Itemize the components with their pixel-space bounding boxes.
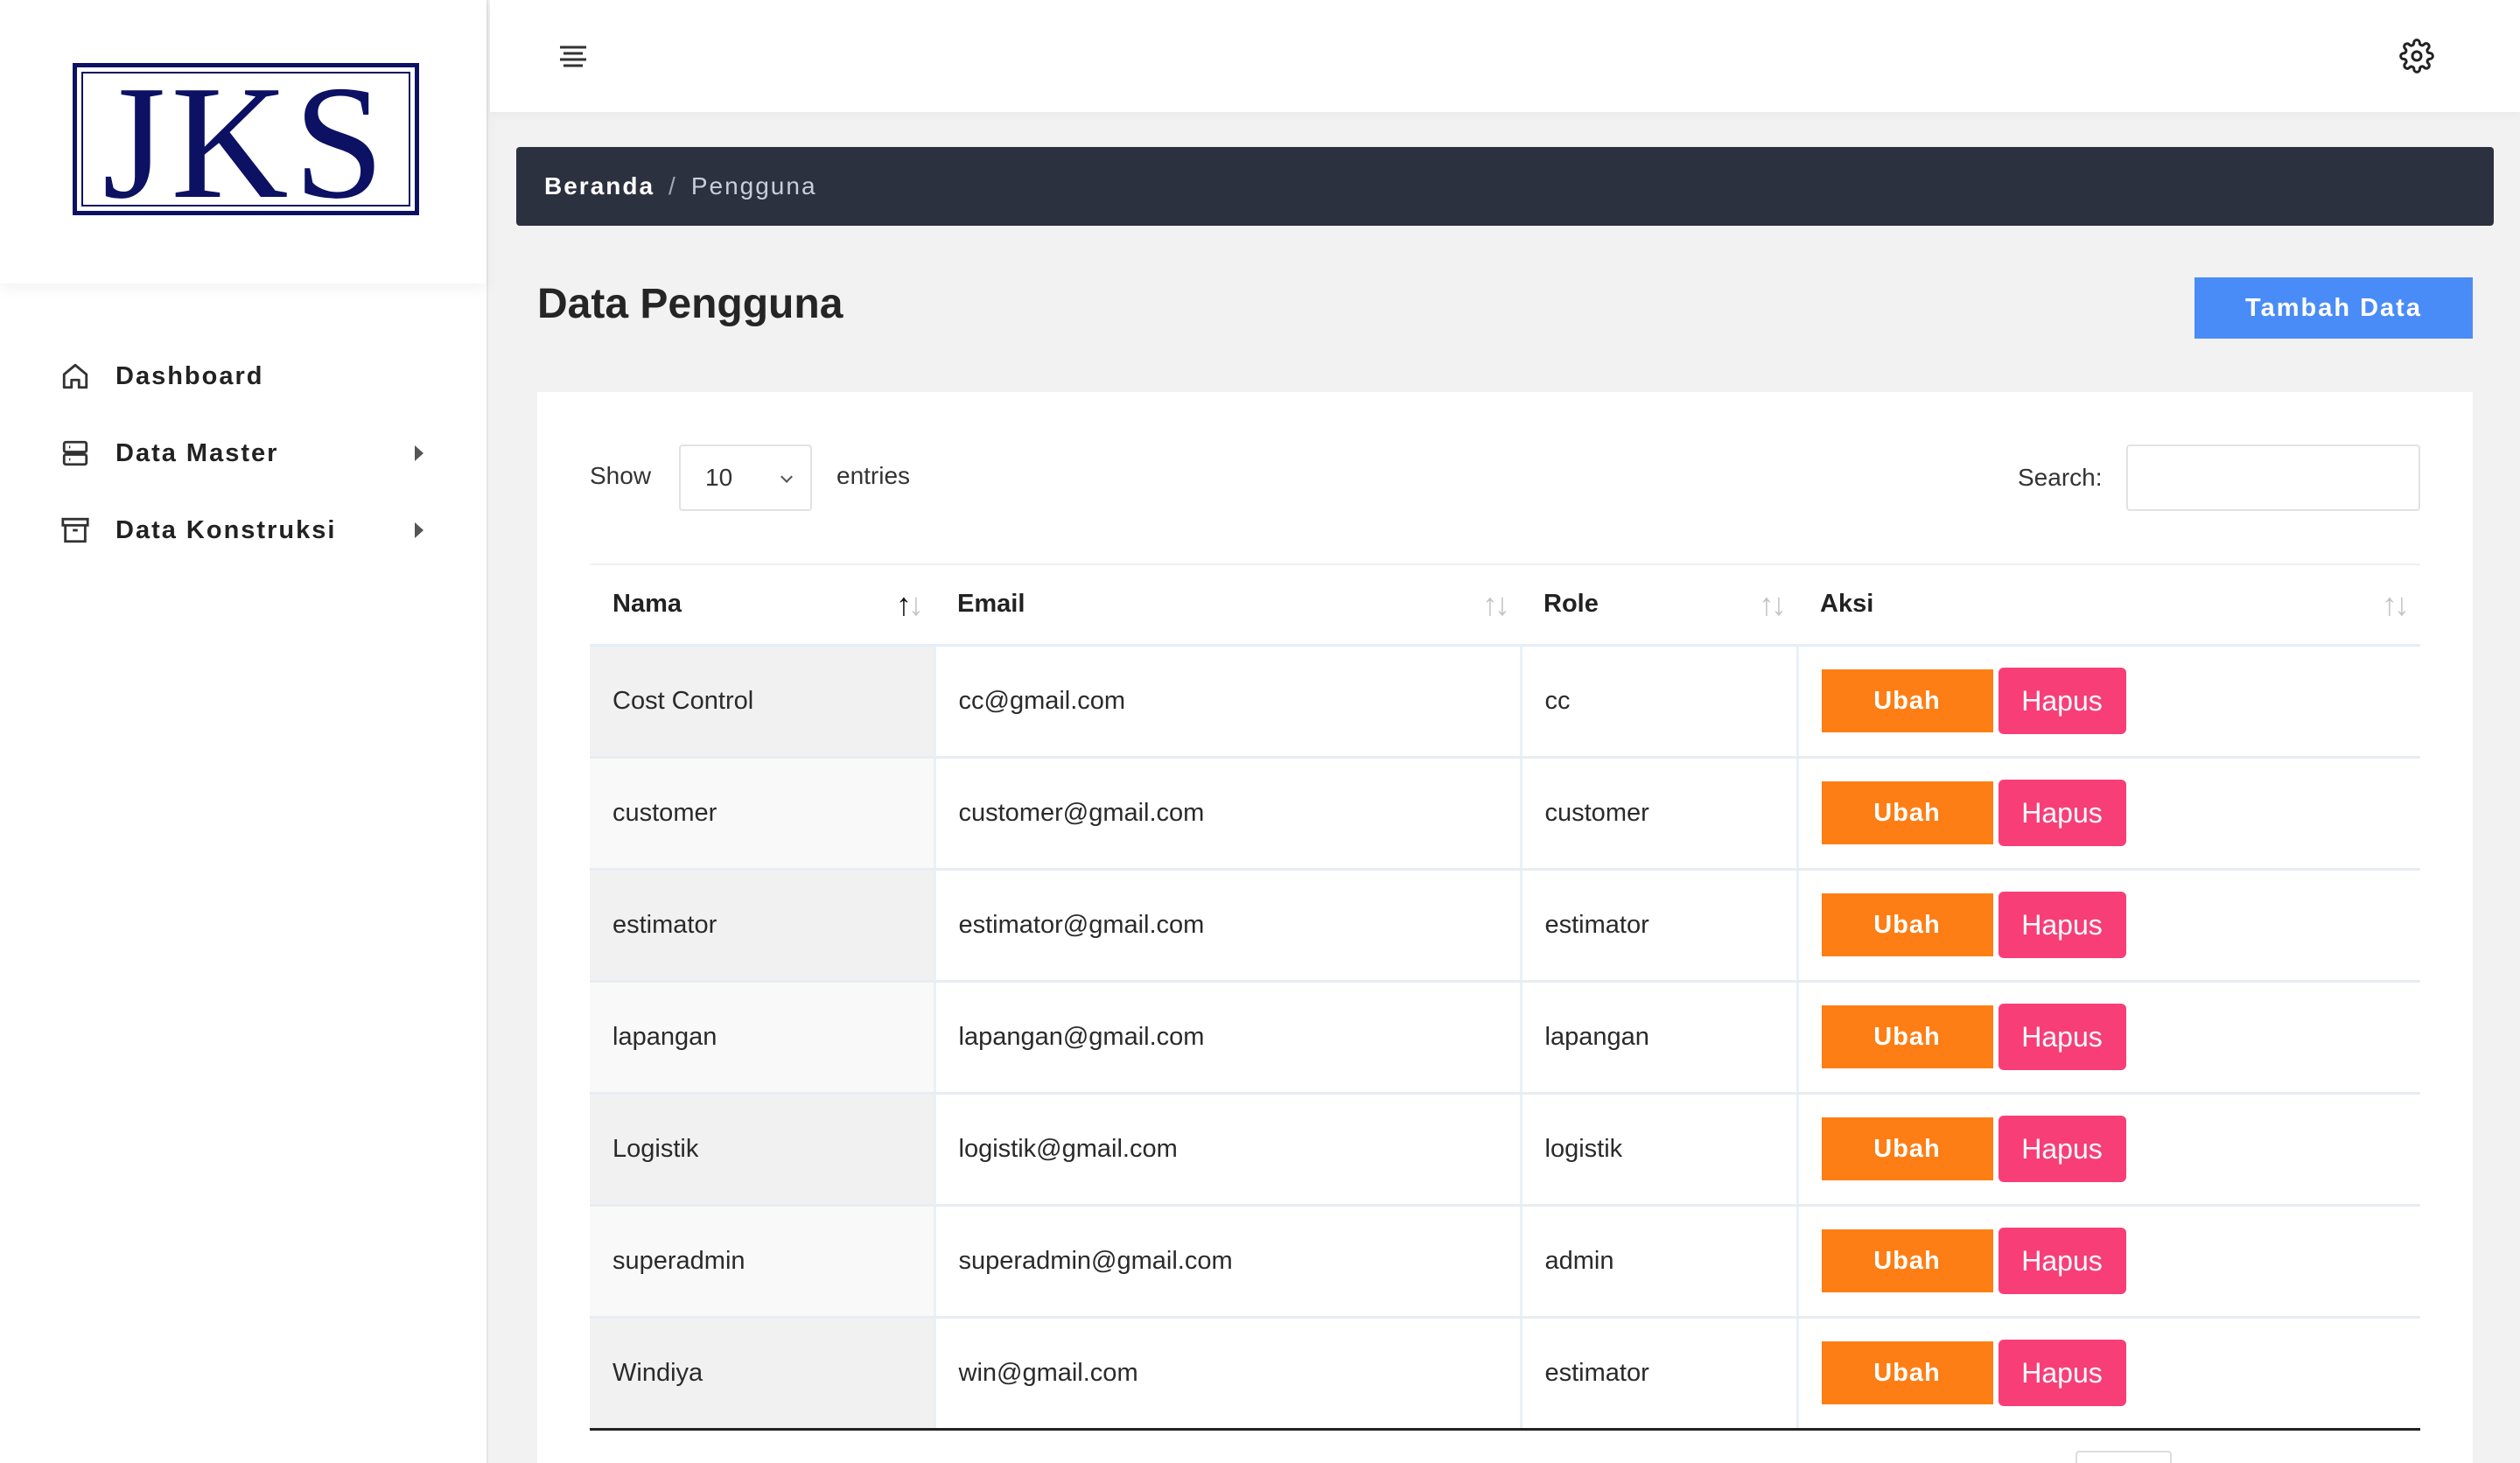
cell-nama: Windiya: [590, 1317, 936, 1431]
users-table: Nama ↑↓ Email ↑↓ Role ↑↓ Aksi ↑↓ Cost Contro…: [590, 564, 2420, 1431]
delete-button[interactable]: Hapus: [1998, 892, 2126, 958]
sort-icon: ↑↓: [1482, 586, 1510, 622]
table-header-row: Nama ↑↓ Email ↑↓ Role ↑↓ Aksi ↑↓: [590, 564, 2420, 647]
cell-aksi: Ubah Hapus: [1797, 1317, 2420, 1431]
topbar: [490, 0, 2520, 112]
breadcrumb-home-link[interactable]: Beranda: [544, 172, 654, 200]
column-label: Nama: [612, 590, 682, 619]
cell-email: cc@gmail.com: [934, 645, 1522, 759]
table-row: Logistik logistik@gmail.com logistik Uba…: [590, 1093, 2420, 1207]
table-row: Cost Control cc@gmail.com cc Ubah Hapus: [590, 645, 2420, 759]
delete-button[interactable]: Hapus: [1998, 1004, 2126, 1070]
cell-email: lapangan@gmail.com: [934, 981, 1522, 1095]
pagination-button[interactable]: [2076, 1451, 2172, 1463]
cell-aksi: Ubah Hapus: [1797, 645, 2420, 759]
sidebar-item-data-master[interactable]: Data Master: [0, 415, 486, 492]
edit-button[interactable]: Ubah: [1821, 1117, 1993, 1180]
column-label: Role: [1544, 590, 1599, 619]
home-icon: [58, 359, 93, 394]
cell-email: estimator@gmail.com: [934, 869, 1522, 983]
cell-aksi: Ubah Hapus: [1797, 869, 2420, 983]
edit-button[interactable]: Ubah: [1821, 1005, 1993, 1068]
sidebar-item-label: Data Konstruksi: [116, 515, 337, 544]
cell-aksi: Ubah Hapus: [1797, 1205, 2420, 1319]
column-label: Aksi: [1820, 590, 1874, 619]
edit-button[interactable]: Ubah: [1821, 893, 1993, 956]
table-row: customer customer@gmail.com customer Uba…: [590, 757, 2420, 871]
cell-email: win@gmail.com: [934, 1317, 1522, 1431]
table-row: superadmin superadmin@gmail.com admin Ub…: [590, 1205, 2420, 1319]
server-icon: [58, 436, 93, 471]
edit-button[interactable]: Ubah: [1821, 669, 1993, 732]
sort-icon: ↑↓: [896, 586, 924, 622]
table-row: lapangan lapangan@gmail.com lapangan Uba…: [590, 981, 2420, 1095]
delete-button[interactable]: Hapus: [1998, 780, 2126, 846]
delete-button[interactable]: Hapus: [1998, 1116, 2126, 1182]
add-data-button[interactable]: Tambah Data: [2194, 277, 2473, 339]
cell-nama: Logistik: [590, 1093, 936, 1207]
entries-select-value: 10: [705, 464, 733, 491]
caret-right-icon: [415, 445, 424, 461]
edit-button[interactable]: Ubah: [1821, 1229, 1993, 1292]
cell-nama: lapangan: [590, 981, 936, 1095]
edit-button[interactable]: Ubah: [1821, 781, 1993, 844]
cell-role: lapangan: [1521, 981, 1799, 1095]
show-label: Show: [590, 462, 652, 489]
cell-nama: estimator: [590, 869, 936, 983]
sort-icon: ↑↓: [2382, 586, 2410, 622]
cell-aksi: Ubah Hapus: [1797, 1093, 2420, 1207]
page-title: Data Pengguna: [537, 281, 844, 327]
column-header-email[interactable]: Email ↑↓: [934, 564, 1521, 647]
breadcrumb-separator: /: [668, 172, 677, 200]
cell-nama: customer: [590, 757, 936, 871]
logo-text: JKS: [102, 52, 390, 233]
cell-aksi: Ubah Hapus: [1797, 757, 2420, 871]
search-label: Search:: [2018, 464, 2103, 491]
sort-icon: ↑↓: [1759, 586, 1787, 622]
search-input[interactable]: [2126, 444, 2420, 511]
gear-icon[interactable]: [2399, 38, 2434, 74]
cell-role: logistik: [1521, 1093, 1799, 1207]
chevron-down-icon: [780, 471, 793, 483]
entries-label: entries: [836, 462, 911, 489]
edit-button[interactable]: Ubah: [1821, 1341, 1993, 1404]
breadcrumb: Beranda / Pengguna: [516, 147, 2494, 226]
delete-button[interactable]: Hapus: [1998, 1340, 2126, 1406]
logo[interactable]: JKS: [73, 61, 419, 224]
cell-email: logistik@gmail.com: [934, 1093, 1522, 1207]
entries-select[interactable]: 10: [679, 444, 812, 511]
table-row: Windiya win@gmail.com estimator Ubah Hapu…: [590, 1317, 2420, 1431]
cell-role: estimator: [1521, 1317, 1799, 1431]
logo-area: JKS: [0, 0, 486, 284]
cell-role: cc: [1521, 645, 1799, 759]
cell-role: customer: [1521, 757, 1799, 871]
sidebar-item-label: Dashboard: [116, 361, 264, 390]
sidebar-item-data-konstruksi[interactable]: Data Konstruksi: [0, 492, 486, 569]
cell-email: superadmin@gmail.com: [934, 1205, 1522, 1319]
column-header-nama[interactable]: Nama ↑↓: [590, 564, 934, 647]
cell-nama: Cost Control: [590, 645, 936, 759]
cell-role: estimator: [1521, 869, 1799, 983]
cell-role: admin: [1521, 1205, 1799, 1319]
sidebar-item-label: Data Master: [116, 438, 279, 467]
breadcrumb-current: Pengguna: [690, 172, 817, 200]
data-card: Show 10 entries Search: Nama ↑↓ Email ↑↓ R…: [537, 392, 2473, 1463]
cell-nama: superadmin: [590, 1205, 936, 1319]
table-row: estimator estimator@gmail.com estimator …: [590, 869, 2420, 983]
column-header-role[interactable]: Role ↑↓: [1521, 564, 1797, 647]
cell-email: customer@gmail.com: [934, 757, 1522, 871]
sidebar: JKS Dashboard Data Master Data Konstruks…: [0, 0, 488, 1463]
caret-right-icon: [415, 522, 424, 538]
sidebar-menu: Dashboard Data Master Data Konstruksi: [0, 338, 486, 569]
column-label: Email: [957, 590, 1026, 619]
cell-aksi: Ubah Hapus: [1797, 981, 2420, 1095]
sidebar-item-dashboard[interactable]: Dashboard: [0, 338, 486, 415]
hamburger-icon[interactable]: [558, 44, 588, 68]
archive-icon: [58, 513, 93, 548]
column-header-aksi[interactable]: Aksi ↑↓: [1797, 564, 2420, 647]
delete-button[interactable]: Hapus: [1998, 668, 2126, 734]
delete-button[interactable]: Hapus: [1998, 1228, 2126, 1294]
